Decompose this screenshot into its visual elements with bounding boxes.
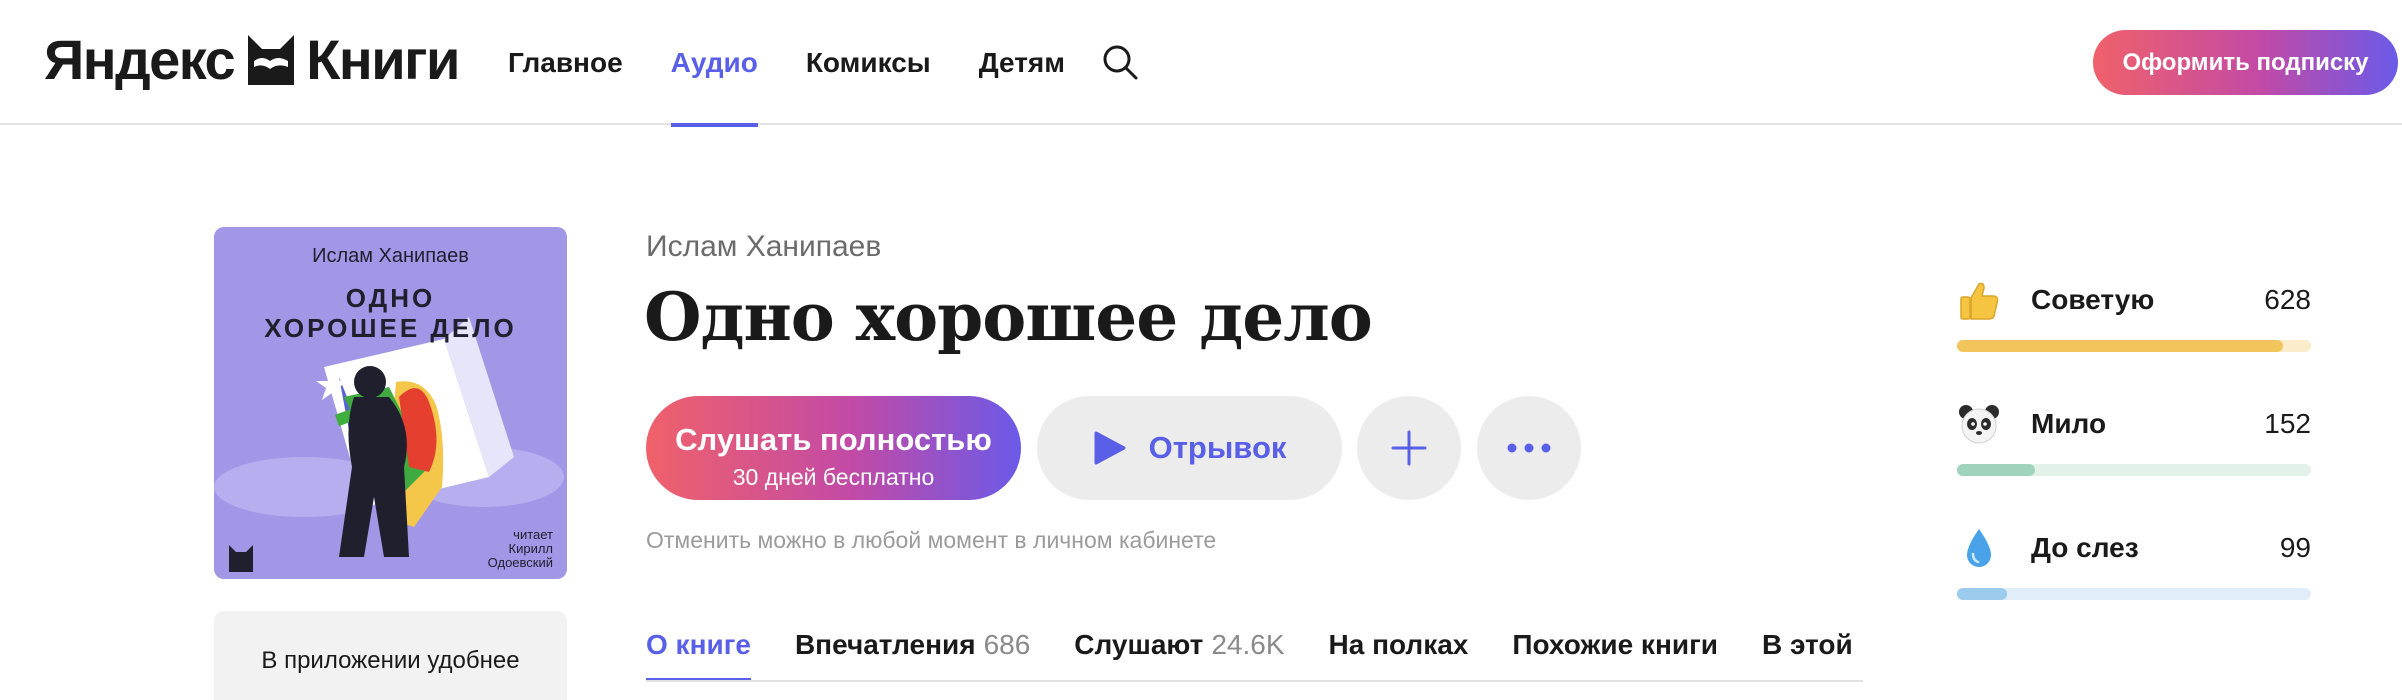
more-dots-icon	[1507, 443, 1551, 453]
tab-listening[interactable]: Слушают 24.6K	[1074, 610, 1285, 680]
add-to-shelf-button[interactable]	[1357, 396, 1461, 500]
reaction-recommend-label: Советую	[2031, 284, 2155, 315]
search-icon[interactable]	[1100, 42, 1140, 82]
cover-narrator-last-name: Одоевский	[487, 555, 553, 570]
yandex-books-logo[interactable]: Яндекс Книги	[44, 27, 460, 91]
panda-icon	[1959, 405, 1999, 444]
tab-listening-count: 24.6K	[1211, 629, 1285, 660]
tab-similar-books-label: Похожие книги	[1512, 629, 1718, 660]
listen-full-label: Слушать полностью	[675, 421, 992, 457]
reaction-cute[interactable]: Мило 152	[1957, 402, 2311, 482]
nav-item-kids[interactable]: Детям	[979, 0, 1065, 125]
logo-text-right: Книги	[306, 27, 460, 91]
reaction-cute-label: Мило	[2031, 408, 2107, 439]
tab-about[interactable]: О книге	[646, 610, 751, 680]
droplet-icon	[1967, 529, 1991, 567]
more-options-button[interactable]	[1477, 396, 1581, 500]
reaction-tears[interactable]: До слез 99	[1957, 526, 2311, 606]
play-icon	[1094, 431, 1126, 465]
plus-icon	[1391, 430, 1427, 466]
tab-on-shelves[interactable]: На полках	[1328, 610, 1469, 680]
reaction-recommend-bar	[1957, 340, 2311, 352]
nav-item-main[interactable]: Главное	[508, 0, 623, 125]
reaction-tears-label: До слез	[2031, 532, 2139, 563]
cover-title: ОДНО ХОРОШЕЕ ДЕЛО	[214, 283, 567, 343]
reaction-tears-bar	[1957, 588, 2311, 600]
reaction-recommend[interactable]: Советую 628	[1957, 278, 2311, 358]
logo-text-left: Яндекс	[44, 27, 236, 91]
reaction-recommend-bar-fill	[1957, 340, 2283, 352]
thumbs-up-icon	[1960, 282, 1999, 320]
nav-item-audio[interactable]: Аудио	[670, 0, 759, 127]
book-cover[interactable]: Ислам Ханипаев ОДНО ХОРОШЕЕ ДЕЛО читает …	[214, 227, 567, 579]
tab-impressions-count: 686	[983, 629, 1031, 660]
tab-similar-books[interactable]: Похожие книги	[1512, 610, 1718, 680]
cover-narrator-label: читает	[513, 527, 553, 542]
tab-about-label: О книге	[646, 629, 751, 660]
app-promo-box[interactable]: В приложении удобнее	[214, 611, 567, 700]
cover-narrator-first-name: Кирилл	[508, 541, 554, 556]
tab-in-this-series-label: В этой	[1761, 629, 1853, 660]
reaction-cute-bar	[1957, 464, 2311, 476]
main-nav: Главное Аудио Комиксы Детям	[508, 0, 1113, 127]
app-promo-label: В приложении удобнее	[261, 647, 520, 674]
book-title: Одно хорошее дело	[644, 278, 1373, 356]
reaction-recommend-count: 628	[2264, 284, 2311, 315]
reaction-cute-count: 152	[2264, 408, 2311, 439]
logo-cat-icon	[248, 35, 295, 85]
tab-listening-label: Слушают	[1074, 629, 1204, 660]
tab-impressions-label: Впечатления	[794, 629, 976, 660]
cancel-anytime-note: Отменить можно в любой момент в личном к…	[646, 527, 1217, 553]
reaction-tears-count: 99	[2279, 532, 2311, 563]
top-header: Яндекс Книги Главное Аудио Комиксы Детям…	[0, 0, 2402, 127]
listen-full-button[interactable]: Слушать полностью 30 дней бесплатно	[646, 396, 1021, 500]
cover-author: Ислам Ханипаев	[312, 245, 469, 267]
listen-free-trial-label: 30 дней бесплатно	[732, 463, 935, 490]
excerpt-label: Отрывок	[1148, 430, 1287, 465]
cover-title-line-2: ХОРОШЕЕ ДЕЛО	[264, 313, 517, 343]
subscribe-button[interactable]: Оформить подписку	[2093, 30, 2398, 95]
tab-in-this-series[interactable]: В этой	[1761, 610, 1853, 680]
book-author[interactable]: Ислам Ханипаев	[646, 230, 881, 264]
nav-item-comics[interactable]: Комиксы	[806, 0, 931, 125]
reaction-cute-bar-fill	[1957, 464, 2035, 476]
book-tabs: О книге Впечатления 686 Слушают 24.6K На полк…	[646, 610, 1863, 682]
tab-impressions[interactable]: Впечатления 686	[794, 610, 1031, 680]
tab-on-shelves-label: На полках	[1328, 629, 1469, 660]
excerpt-button[interactable]: Отрывок	[1037, 396, 1342, 500]
reaction-tears-bar-fill	[1957, 588, 2007, 600]
cover-title-line-1: ОДНО	[345, 283, 436, 313]
